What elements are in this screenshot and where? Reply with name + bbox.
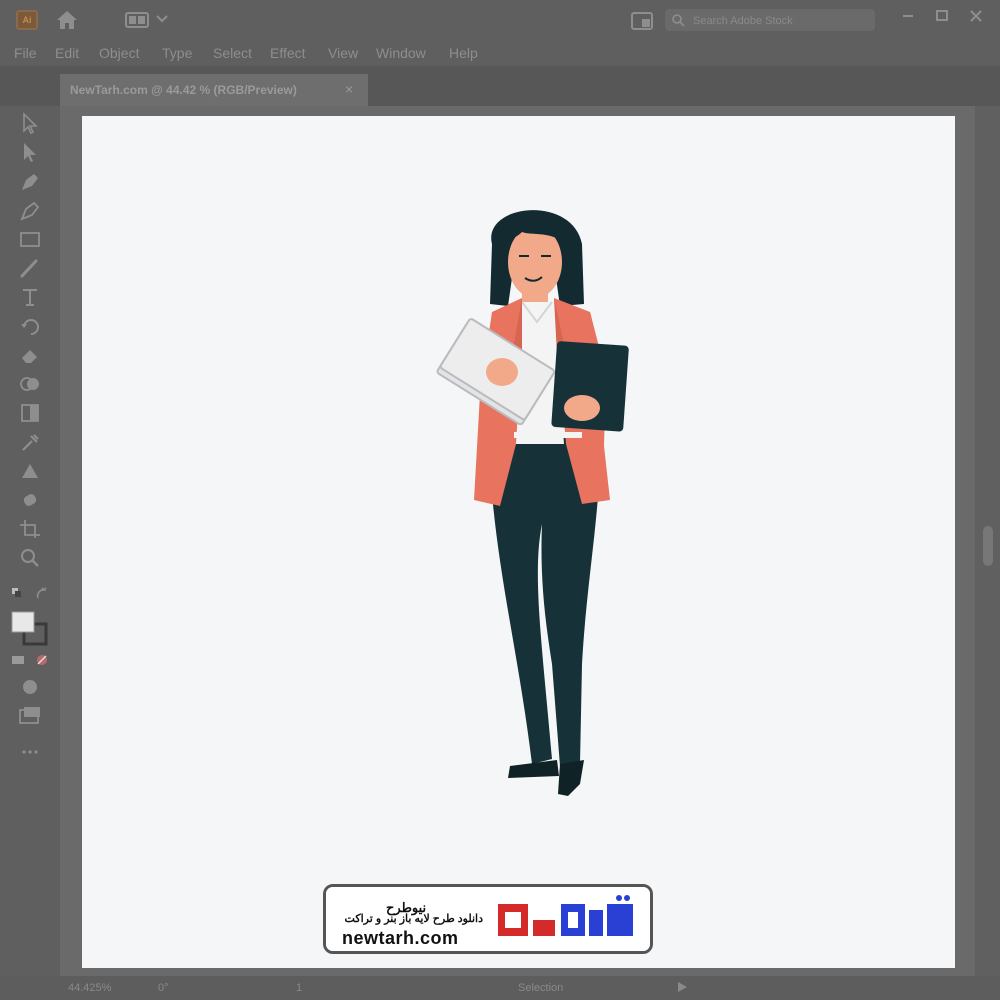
default-colors-icon[interactable] — [10, 584, 50, 606]
watermark-tagline: دانلود طرح لایه باز بنر و تراکت — [344, 913, 483, 925]
artboard-number[interactable]: 1 — [296, 982, 302, 994]
color-mode-icons[interactable] — [10, 652, 50, 674]
restore-icon[interactable] — [932, 6, 952, 26]
gradient-tool-icon[interactable] — [18, 402, 42, 424]
curvature-tool-icon[interactable] — [18, 199, 42, 221]
artboard-tool-icon[interactable] — [18, 518, 42, 540]
menu-effect[interactable]: Effect — [270, 45, 306, 61]
menu-view[interactable]: View — [328, 45, 358, 61]
watermark-url: newtarh.com — [342, 928, 459, 948]
status-bar: 44.425% 0° 1 Selection — [0, 976, 1000, 1000]
symbol-sprayer-tool-icon[interactable] — [18, 489, 42, 511]
close-tab-icon[interactable]: × — [345, 81, 353, 97]
shape-builder-tool-icon[interactable] — [18, 373, 42, 395]
selection-tool-icon[interactable] — [18, 112, 42, 134]
play-icon[interactable] — [676, 981, 688, 996]
eraser-tool-icon[interactable] — [18, 344, 42, 366]
type-tool-icon[interactable] — [18, 286, 42, 308]
more-tools-icon[interactable] — [18, 741, 42, 763]
search-icon — [672, 14, 685, 27]
vertical-scrollbar[interactable] — [975, 106, 1000, 976]
close-window-icon[interactable] — [966, 6, 986, 26]
menu-object[interactable]: Object — [99, 45, 139, 61]
rotation-value[interactable]: 0° — [158, 982, 169, 994]
menu-type[interactable]: Type — [162, 45, 192, 61]
rectangle-tool-icon[interactable] — [18, 228, 42, 250]
current-tool-label[interactable]: Selection — [518, 982, 563, 994]
app-bar: Ai — [0, 0, 1000, 41]
document-tab-title: NewTarh.com @ 44.42 % (RGB/Preview) — [70, 83, 297, 97]
canvas-area[interactable] — [60, 106, 975, 976]
search-box[interactable] — [665, 9, 875, 31]
paintbrush-tool-icon[interactable] — [18, 257, 42, 279]
zoom-level[interactable]: 44.425% — [68, 982, 111, 994]
menu-select[interactable]: Select — [213, 45, 252, 61]
menu-window[interactable]: Window — [376, 45, 426, 61]
woman-with-tablet-illustration — [436, 210, 629, 796]
zoom-tool-icon[interactable] — [18, 547, 42, 569]
chevron-down-icon[interactable] — [155, 12, 169, 31]
home-icon[interactable] — [55, 9, 79, 36]
menu-file[interactable]: File — [14, 45, 37, 61]
draw-mode-icon[interactable] — [18, 676, 42, 698]
rotate-tool-icon[interactable] — [18, 315, 42, 337]
eyedropper-tool-icon[interactable] — [18, 431, 42, 453]
app-logo: Ai — [16, 10, 38, 30]
scrollbar-thumb[interactable] — [983, 526, 993, 566]
menu-bar: File Edit Object Type Select Effect View… — [0, 40, 1000, 66]
search-input[interactable] — [691, 11, 871, 31]
document-tab[interactable]: NewTarh.com @ 44.42 % (RGB/Preview) × — [60, 74, 368, 106]
menu-edit[interactable]: Edit — [55, 45, 79, 61]
arrange-documents-icon[interactable] — [630, 11, 654, 36]
direct-selection-tool-icon[interactable] — [18, 141, 42, 163]
fill-stroke-swatch[interactable] — [10, 610, 50, 646]
pen-tool-icon[interactable] — [18, 170, 42, 192]
minimize-icon[interactable] — [898, 6, 918, 26]
menu-help[interactable]: Help — [449, 45, 478, 61]
screen-mode-icon[interactable] — [18, 704, 42, 726]
document-tab-strip: NewTarh.com @ 44.42 % (RGB/Preview) × — [0, 66, 1000, 106]
tools-panel — [0, 106, 60, 976]
workspace-switcher-icon[interactable] — [125, 12, 149, 33]
artboard[interactable] — [82, 116, 955, 968]
blend-tool-icon[interactable] — [18, 460, 42, 482]
